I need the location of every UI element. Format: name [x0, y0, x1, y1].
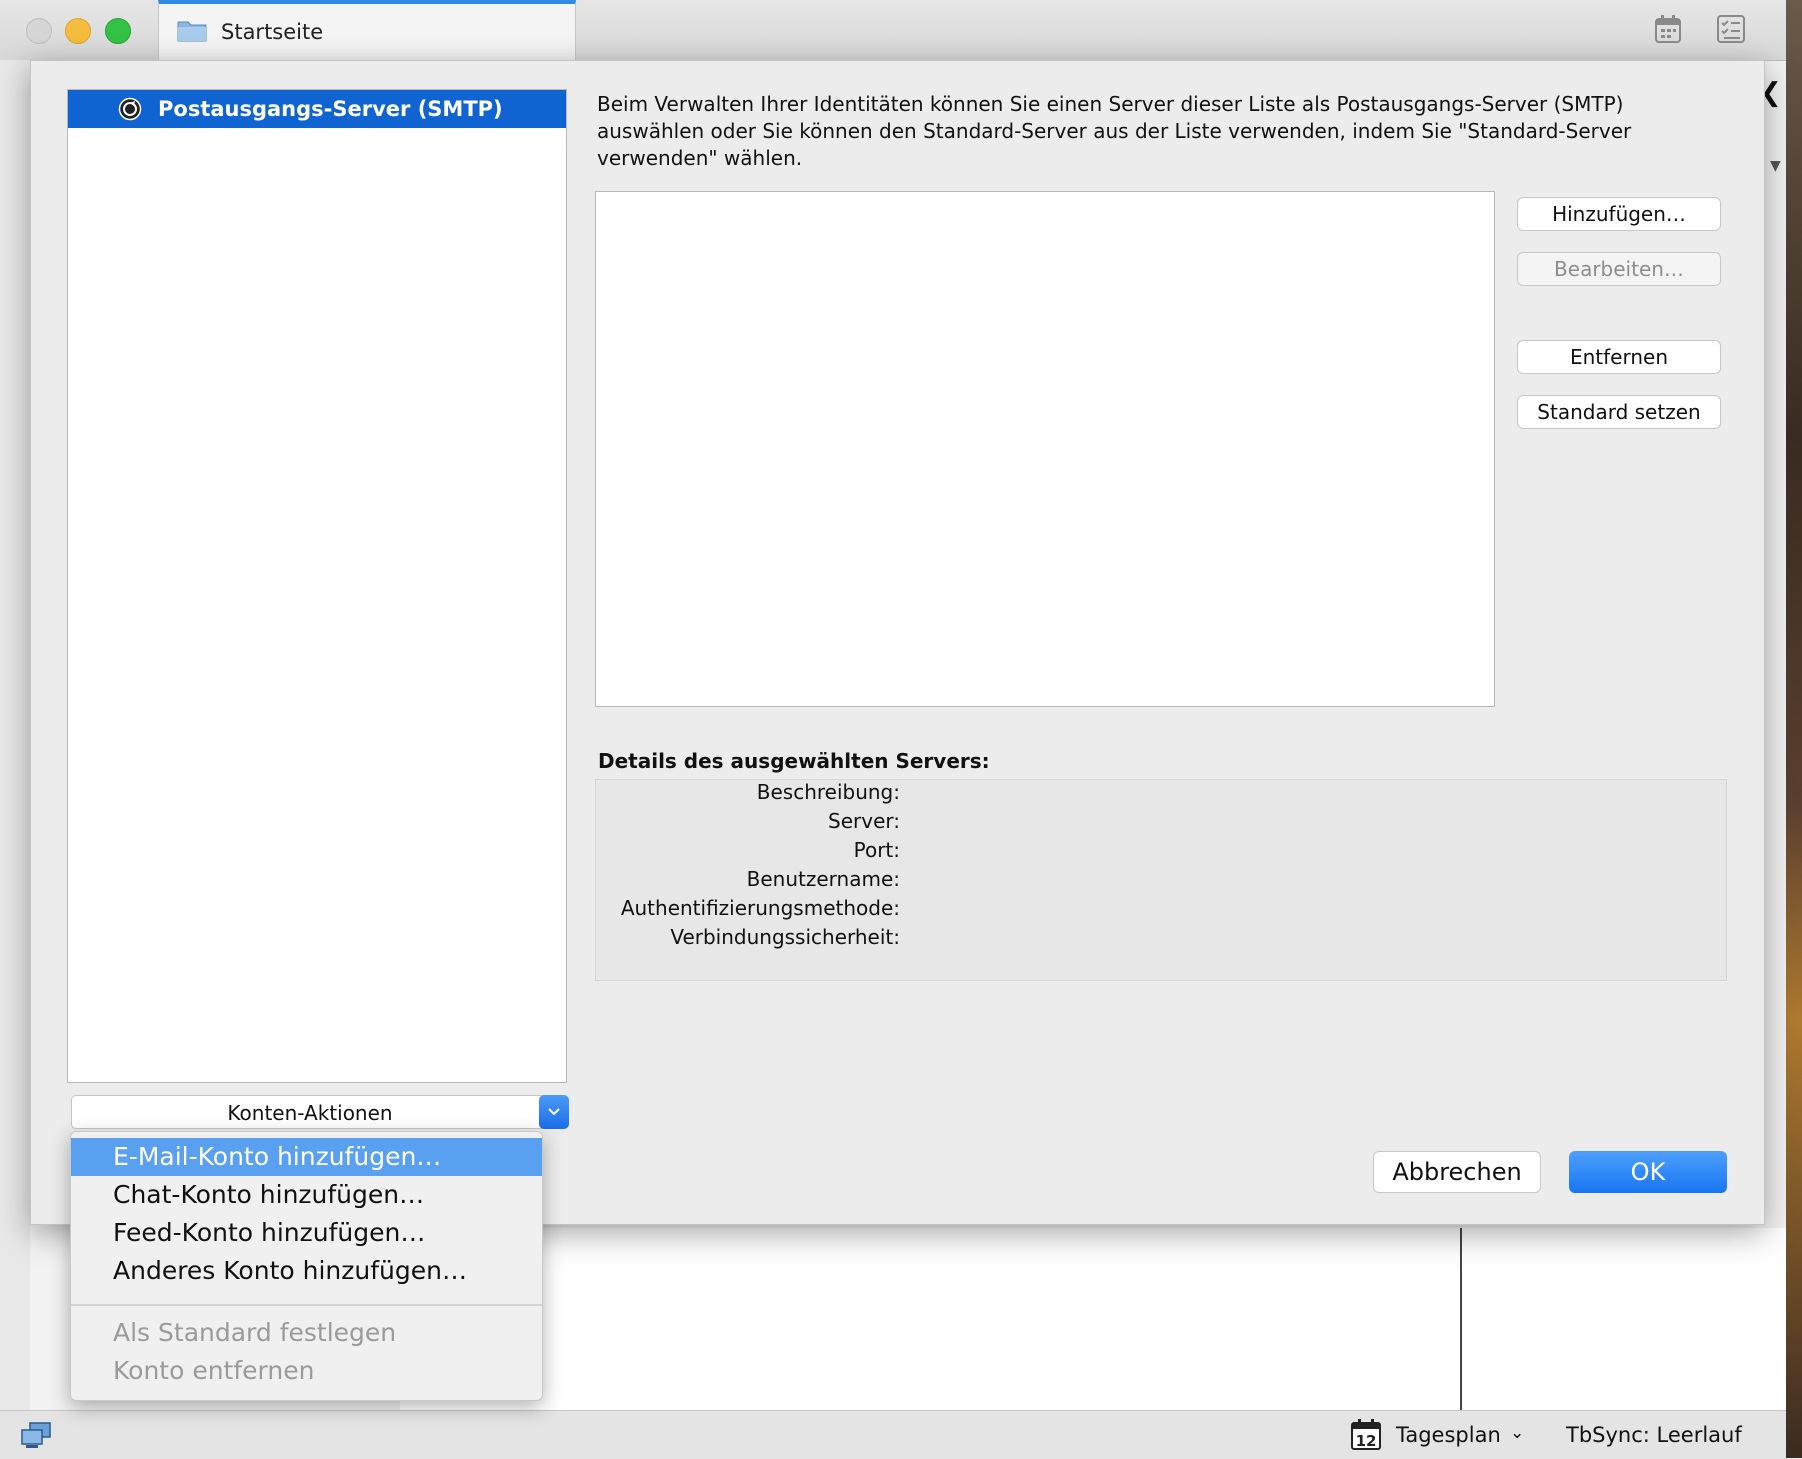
caret-down-icon[interactable]: ▼	[1770, 158, 1781, 174]
title-bar: Startseite	[0, 0, 1786, 61]
server-details-panel: Beschreibung: Server: Port: Benutzername…	[595, 779, 1727, 981]
close-window-button[interactable]	[26, 18, 52, 44]
detail-label-auth-method: Authentifizierungsmethode:	[620, 896, 900, 920]
tab-home-label: Startseite	[221, 20, 324, 44]
minimize-window-button[interactable]	[65, 18, 91, 44]
tasks-icon[interactable]	[1716, 14, 1746, 44]
status-bar: 12 Tagesplan ⌄ TbSync: Leerlauf	[0, 1410, 1786, 1459]
set-default-server-button[interactable]: Standard setzen	[1517, 395, 1721, 429]
outgoing-server-icon	[118, 97, 142, 121]
account-actions-dropdown[interactable]: Konten-Aktionen	[71, 1095, 547, 1129]
detail-label-description: Beschreibung:	[756, 780, 900, 804]
remove-server-button[interactable]: Entfernen	[1517, 340, 1721, 374]
sync-status: TbSync: Leerlauf	[1566, 1423, 1742, 1447]
calendar-day-number: 12	[1356, 1432, 1377, 1450]
account-actions-menu: E-Mail-Konto hinzufügen… Chat-Konto hinz…	[70, 1131, 543, 1401]
maximize-window-button[interactable]	[105, 18, 131, 44]
tab-home[interactable]: Startseite	[158, 0, 576, 60]
menu-item-add-chat-account[interactable]: Chat-Konto hinzufügen…	[71, 1176, 542, 1214]
tree-item-outgoing-server[interactable]: Postausgangs-Server (SMTP)	[68, 90, 566, 128]
background-content	[400, 1228, 1786, 1410]
add-server-button[interactable]: Hinzufügen…	[1517, 197, 1721, 231]
account-actions-arrow-button[interactable]	[539, 1095, 569, 1129]
smtp-description: Beim Verwalten Ihrer Identitäten können …	[597, 92, 1632, 170]
detail-label-security: Verbindungssicherheit:	[670, 925, 900, 949]
background-divider	[1460, 1228, 1462, 1410]
account-actions-label: Konten-Aktionen	[227, 1101, 393, 1125]
menu-item-add-other-account[interactable]: Anderes Konto hinzufügen…	[71, 1252, 542, 1290]
detail-label-username: Benutzername:	[746, 867, 900, 891]
background-sidebar	[0, 60, 30, 1410]
details-heading: Details des ausgewählten Servers:	[598, 749, 990, 773]
network-status-icon[interactable]	[20, 1421, 52, 1449]
tree-item-label: Postausgangs-Server (SMTP)	[158, 97, 503, 121]
folder-icon	[177, 21, 207, 42]
calendar-icon[interactable]	[1654, 14, 1682, 44]
edit-server-button[interactable]: Bearbeiten…	[1517, 252, 1721, 286]
menu-item-add-feed-account[interactable]: Feed-Konto hinzufügen…	[71, 1214, 542, 1252]
menu-separator	[71, 1304, 542, 1306]
detail-label-server: Server:	[828, 809, 900, 833]
today-pane-toggle[interactable]: Tagesplan	[1396, 1423, 1501, 1447]
menu-item-remove-account[interactable]: Konto entfernen	[71, 1352, 542, 1390]
detail-label-port: Port:	[853, 838, 900, 862]
desktop-background	[1786, 0, 1802, 1458]
chevron-down-icon[interactable]: ⌄	[1510, 1423, 1524, 1443]
cancel-button[interactable]: Abbrechen	[1373, 1151, 1541, 1193]
today-calendar-icon[interactable]: 12	[1350, 1417, 1382, 1451]
smtp-server-list[interactable]	[595, 191, 1495, 707]
menu-item-add-mail-account[interactable]: E-Mail-Konto hinzufügen…	[71, 1138, 542, 1176]
chevron-down-icon	[548, 1108, 560, 1116]
ok-button[interactable]: OK	[1569, 1151, 1727, 1193]
menu-item-set-default[interactable]: Als Standard festlegen	[71, 1314, 542, 1352]
account-tree[interactable]: Postausgangs-Server (SMTP)	[67, 89, 567, 1083]
account-settings-dialog: Postausgangs-Server (SMTP) Konten-Aktion…	[30, 60, 1765, 1225]
